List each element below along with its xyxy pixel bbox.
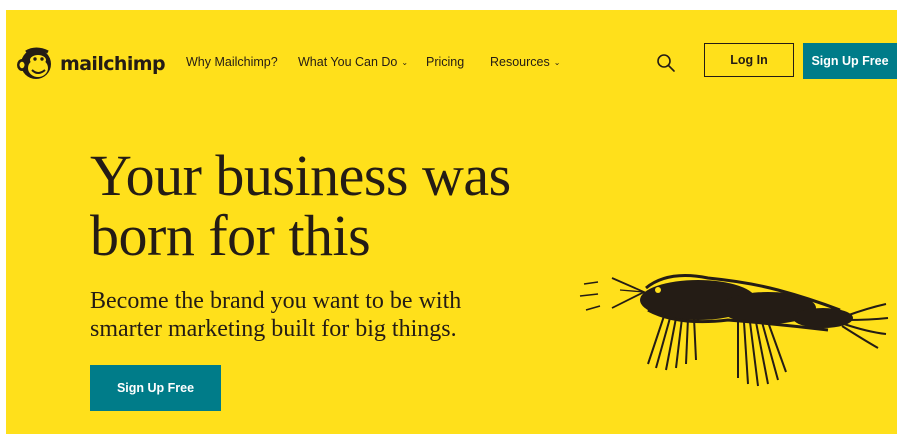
chevron-down-icon: ⌄ — [401, 58, 409, 67]
nav-item-label: Resources — [490, 55, 550, 69]
search-icon[interactable] — [656, 53, 676, 73]
subhead-line: smarter marketing built for big things. — [90, 316, 457, 342]
headline-line: born for this — [90, 203, 371, 268]
hero-section: mailchimp Why Mailchimp? What You Can Do… — [6, 10, 897, 434]
signup-nav-button[interactable]: Sign Up Free — [803, 43, 897, 79]
mailchimp-logo[interactable]: mailchimp — [16, 42, 166, 86]
hero-subheading: Become the brand you want to be with sma… — [90, 287, 570, 343]
headline-line: Your business was — [90, 143, 511, 208]
nav-item-label: Pricing — [426, 55, 465, 69]
nav-item-label: Why Mailchimp? — [186, 55, 278, 69]
brand-name: mailchimp — [60, 53, 166, 75]
chevron-down-icon: ⌄ — [553, 58, 561, 67]
hero-headline: Your business was born for this — [90, 146, 610, 266]
subhead-line: Become the brand you want to be with — [90, 288, 462, 314]
hero-signup-button[interactable]: Sign Up Free — [90, 365, 221, 411]
nav-item-label: What You Can Do — [298, 55, 398, 69]
nav-item-why-mailchimp[interactable]: Why Mailchimp? — [186, 55, 278, 69]
login-button[interactable]: Log In — [704, 43, 794, 77]
nav-item-pricing[interactable]: Pricing — [426, 55, 464, 69]
freddie-monkey-icon — [17, 47, 51, 79]
top-navigation: mailchimp Why Mailchimp? What You Can Do… — [6, 42, 897, 86]
nav-item-what-you-can-do[interactable]: What You Can Do ⌄ — [298, 55, 408, 69]
scribbled-bird-illustration — [579, 274, 889, 387]
nav-item-resources[interactable]: Resources ⌄ — [490, 55, 560, 69]
